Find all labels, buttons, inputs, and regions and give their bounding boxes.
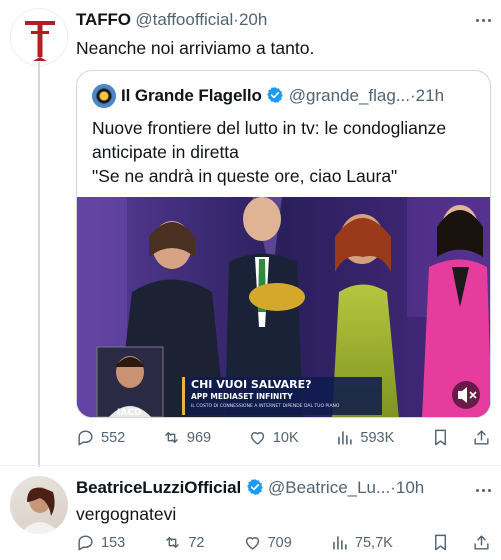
quoted-tweet-card[interactable]: Il Grande Flagello @grande_flag...·21h N… (76, 70, 491, 418)
tweet-divider (0, 465, 501, 466)
quote-handle[interactable]: @grande_flag... (289, 86, 410, 105)
quote-media-video[interactable]: CHI VUOI SALVARE? APP MEDIASET INFINITY … (77, 197, 490, 418)
taffo-avatar[interactable] (10, 8, 68, 66)
more-options-icon[interactable] (472, 480, 494, 500)
repost-icon (165, 432, 178, 443)
tweet1-handle[interactable]: @taffoofficial (135, 10, 233, 29)
banner-title: CHI VUOI SALVARE? (191, 378, 312, 391)
quote-header: Il Grande Flagello @grande_flag...·21h (121, 86, 444, 106)
quote-display-name[interactable]: Il Grande Flagello (121, 86, 262, 105)
reply-icon (78, 535, 93, 551)
tweet1-header: TAFFO @taffoofficial·20h (76, 10, 267, 30)
beatrice-avatar[interactable] (10, 476, 68, 534)
quote-time[interactable]: 21h (416, 86, 444, 105)
repost-count: 72 (188, 534, 205, 551)
share-icon (474, 430, 489, 445)
tweet2-handle[interactable]: @Beatrice_Lu... (268, 478, 390, 497)
verified-badge-icon (246, 479, 263, 495)
thread-line (38, 62, 40, 467)
like-button[interactable]: 709 (243, 533, 292, 552)
like-count: 709 (267, 534, 292, 551)
tweet2-display-name[interactable]: BeatriceLuzziOfficial (76, 478, 241, 497)
reply-button[interactable]: 552 (76, 428, 125, 447)
like-button[interactable]: 10K (248, 428, 299, 447)
reply-count: 552 (101, 429, 126, 446)
views-count: 75,7K (354, 534, 393, 551)
tweet2-actions: 153 72 709 75,7K (76, 533, 491, 552)
share-button[interactable] (472, 533, 491, 552)
quote-text-line2: anticipate in diretta (92, 142, 239, 162)
reply-count: 153 (101, 534, 126, 551)
banner-small-print: IL COSTO DI CONNESSIONE A INTERNET DIPEN… (191, 404, 340, 409)
views-count: 593K (360, 429, 395, 446)
share-icon (474, 535, 489, 550)
profile-photo (20, 487, 60, 534)
tweet2-extra-actions (431, 533, 491, 552)
quote-text-line3: "Se ne andrà in queste ore, ciao Laura" (92, 166, 398, 186)
tweet1-time[interactable]: 20h (239, 10, 267, 29)
quote-text-line1: Nuove frontiere del lutto in tv: le cond… (92, 118, 447, 138)
repost-button[interactable]: 969 (162, 428, 211, 447)
tweet1-actions: 552 969 10K 593K (76, 428, 491, 447)
inset-name-label: IACO (117, 408, 142, 418)
quote-text: Nuove frontiere del lutto in tv: le cond… (92, 116, 487, 188)
repost-icon (166, 537, 180, 548)
reply-icon (78, 430, 93, 446)
tweet1-extra-actions (431, 428, 491, 447)
tweet1-display-name[interactable]: TAFFO (76, 10, 131, 29)
views-chart-icon (338, 431, 352, 445)
speaker-muted-icon[interactable] (452, 381, 480, 409)
bookmark-button[interactable] (431, 533, 450, 552)
views-chart-icon (333, 536, 347, 550)
bookmark-icon (435, 429, 446, 446)
views-button[interactable]: 593K (335, 428, 394, 447)
views-button[interactable]: 75,7K (330, 533, 393, 552)
tweet2-text: vergognatevi (76, 504, 177, 524)
bookmark-icon (434, 534, 446, 551)
bookmark-button[interactable] (431, 428, 450, 447)
taffo-logo-icon (25, 21, 55, 61)
tweet2-header: BeatriceLuzziOfficial @Beatrice_Lu...·10… (76, 478, 424, 498)
verified-badge-icon (267, 87, 284, 103)
share-button[interactable] (472, 428, 491, 447)
heart-icon (250, 432, 264, 445)
repost-button[interactable]: 72 (163, 533, 204, 552)
like-count: 10K (272, 429, 299, 446)
repost-count: 969 (186, 429, 212, 446)
tweet2-time[interactable]: 10h (396, 478, 424, 497)
more-options-icon[interactable] (472, 10, 494, 30)
reply-button[interactable]: 153 (76, 533, 125, 552)
heart-icon (245, 537, 259, 550)
banner-subtitle: APP MEDIASET INFINITY (191, 392, 293, 401)
tweet1-text: Neanche noi arriviamo a tanto. (76, 38, 315, 58)
quote-avatar[interactable] (92, 84, 116, 108)
